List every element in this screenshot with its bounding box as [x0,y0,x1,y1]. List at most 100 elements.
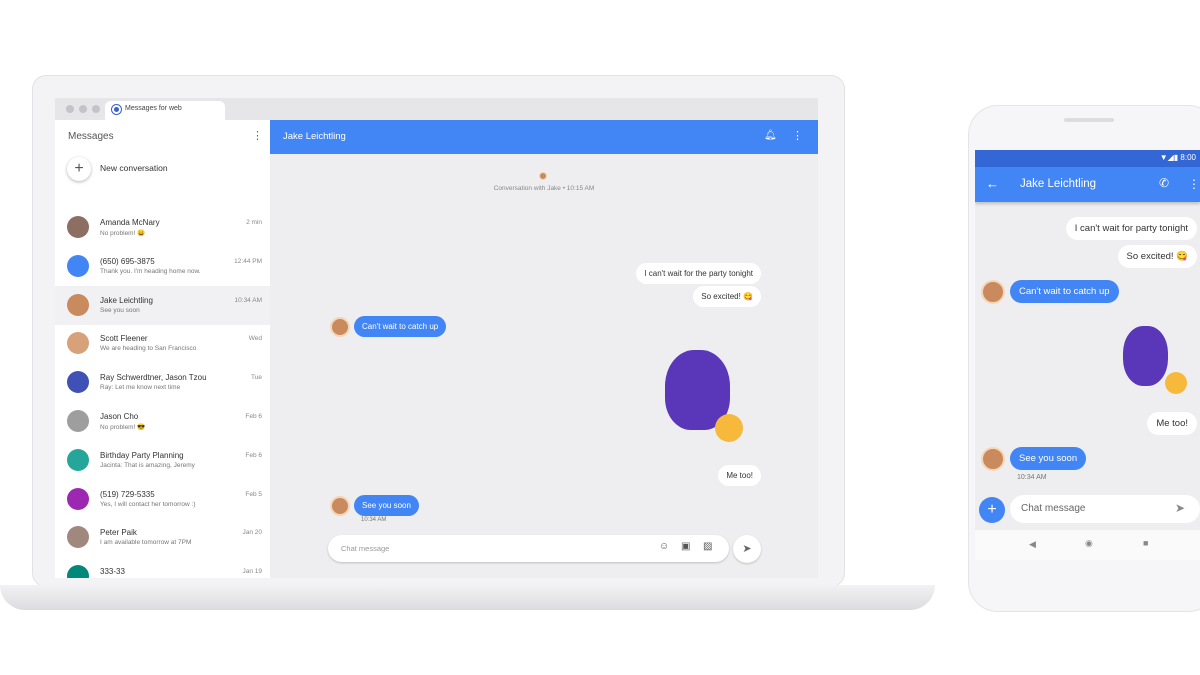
avatar [67,254,89,277]
more-options-icon[interactable]: ⋮ [792,131,803,142]
message-time: Feb 6 [245,413,262,420]
contact-name: (650) 695-3875 [100,256,155,266]
avatar [67,410,89,432]
message-timestamp: 10:34 AM [1017,474,1047,481]
message-preview: Jacinta: That is amazing, Jeremy [100,461,195,469]
emoji-icon[interactable]: ☺ [659,541,669,552]
message-time: Jan 20 [242,529,262,537]
message-bubble-sent: So excited! 😋 [1117,245,1197,268]
avatar [67,448,89,471]
message-bubble-sent: I can't wait for the party tonight [636,263,761,284]
avatar [67,526,89,549]
conversation-list-item[interactable]: Jake Leichtling See you soon 10:34 AM [55,285,270,325]
image-icon[interactable]: ▨ [703,541,712,552]
conversation-list-item[interactable]: Peter Paik I am available tomorrow at 7P… [55,518,270,557]
message-preview: No problem! 😎 [100,424,146,431]
message-bubble-received: See you soon [1010,447,1087,470]
window-close-button[interactable] [66,105,74,113]
nav-recents-icon[interactable]: ■ [1143,538,1148,548]
contact-avatar [330,317,350,337]
message-bubble-received: Can't wait to catch up [354,316,447,337]
avatar [67,216,89,238]
phone-conversation-title: Jake Leichtling [1020,178,1097,190]
message-time: Tue [251,374,262,382]
message-preview: Ray: Let me know next time [100,384,181,392]
conversation-title: Jake Leichtling [283,131,346,142]
add-attachment-button[interactable]: + [979,497,1005,523]
party-monster-sticker [1123,326,1168,386]
contact-name: Birthday Party Planning [100,450,184,460]
send-button[interactable]: ➤ [733,535,761,563]
status-bar: ▼◢▮ 8:00 [975,150,1200,167]
message-bubble-received: See you soon [354,495,419,516]
contact-name: Jake Leichtling [100,295,153,305]
message-preview: See you soon [100,306,140,314]
contact-name: Amanda McNary [100,218,160,227]
contact-name: Ray Schwerdtner, Jason Tzou [100,373,207,383]
conversation-list-item[interactable]: (650) 695-3875 Thank you. I'm heading ho… [55,247,270,286]
phone-speaker [1064,118,1114,122]
laptop-screen: Messages for web Messages ⋮ + New conver… [55,98,818,578]
phone-chat-message-input[interactable]: Chat message [1010,495,1200,523]
window-minimize-button[interactable] [79,105,87,113]
browser-tab[interactable]: Messages for web [105,101,225,120]
conversation-list-item[interactable]: Jason Cho No problem! 😎 Feb 6 [55,402,270,441]
avatar [67,371,89,394]
browser-tabstrip: Messages for web [55,98,818,120]
message-bubble-sent: I can't wait for party tonight [1065,217,1197,240]
more-options-icon[interactable]: ⋮ [1188,177,1200,191]
new-conversation-label: New conversation [100,163,168,173]
message-time: 2 min [246,219,262,226]
message-time: Jan 19 [242,568,262,576]
message-preview: I am available tomorrow at 7PM [100,539,192,547]
message-preview: No problem! 😄 [100,230,146,237]
sticker-icon[interactable]: ▣ [681,541,690,552]
message-timestamp: 10:34 AM [361,517,387,523]
party-monkey-sticker [715,414,743,442]
message-time: Wed [248,335,262,343]
message-thread: Conversation with Jake • 10:15 AM I can'… [270,154,818,578]
contact-avatar [981,280,1005,304]
conversation-list-item[interactable]: Amanda McNary No problem! 😄 2 min [55,208,270,247]
window-maximize-button[interactable] [92,105,100,113]
new-conversation-button[interactable]: + New conversation [55,154,270,184]
contact-name: Scott Fleener [100,334,148,344]
message-preview: We are heading to San Francisco [100,345,197,353]
conversation-list-item[interactable]: Scott Fleener We are heading to San Fran… [55,324,270,363]
conversation-list-item[interactable]: 333-33 Your security code is: 02103 Jan … [55,557,270,578]
message-bubble-received: Can't wait to catch up [1010,280,1119,303]
back-arrow-icon[interactable]: ← [986,176,999,191]
conversation-sidebar: Messages ⋮ + New conversation Amanda McN… [55,120,270,578]
phone-call-icon[interactable]: ✆ [1159,176,1169,190]
more-options-icon[interactable]: ⋮ [252,131,263,142]
tab-title: Messages for web [125,105,182,112]
conversation-list-item[interactable]: Birthday Party Planning Jacinta: That is… [55,441,270,480]
contact-name: Peter Paik [100,528,137,538]
conversation-intro: Conversation with Jake • 10:15 AM [493,185,595,192]
message-bubble-sent: So excited! 😋 [693,286,761,307]
message-time: Feb 5 [245,490,262,498]
avatar [67,565,89,578]
contact-name: Jason Cho [100,412,139,421]
message-preview: Thank you. I'm heading home now. [100,267,201,275]
notifications-bell-icon[interactable]: 🔔︎ [764,130,777,141]
message-bubble-sent: Me too! [1147,412,1197,435]
sidebar-title: Messages [68,131,114,142]
nav-home-icon[interactable]: ◉ [1085,538,1093,549]
avatar [67,293,89,316]
nav-back-icon[interactable]: ◀ [1029,539,1036,550]
message-bubble-sent: Me too! [718,465,761,486]
contact-avatar [330,496,350,516]
contact-name: 333-33 [100,567,125,577]
conversation-list-item[interactable]: Ray Schwerdtner, Jason Tzou Ray: Let me … [55,363,270,402]
conversation-list-item[interactable]: (519) 729-5335 Yes, I will contact her t… [55,480,270,519]
plus-icon: + [67,157,91,181]
message-time: 10:34 AM [234,296,262,304]
messages-logo-icon [112,105,121,114]
phone-app-bar: ← Jake Leichtling ✆ ⋮ [975,167,1200,202]
avatar [67,332,89,355]
send-icon[interactable]: ➤ [1175,501,1185,515]
conversation-header: Jake Leichtling 🔔︎ ⋮ [270,120,818,154]
laptop-base [0,585,935,610]
avatar [67,487,89,510]
